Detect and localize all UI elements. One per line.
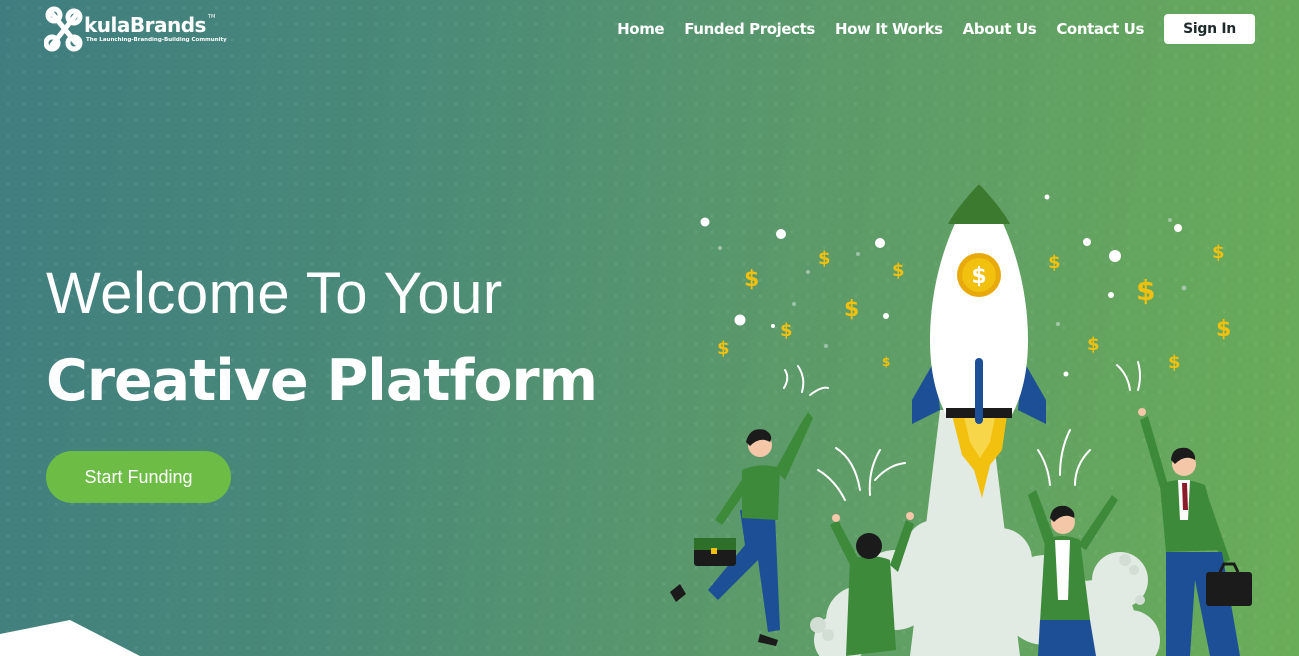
site-header: kulaBrands TM The Launching-Branding-Bui… xyxy=(0,0,1299,60)
dollar-icon: $ xyxy=(717,338,730,359)
bottom-left-wave-shape xyxy=(0,620,140,656)
dollar-icon: $ xyxy=(818,248,831,269)
dollar-icon: $ xyxy=(892,260,905,281)
hero-section: Welcome To Your Creative Platform xyxy=(46,261,598,416)
dollar-icon: $ xyxy=(882,355,890,369)
dollar-icon: $ xyxy=(1048,252,1061,273)
nav-link-about-us[interactable]: About Us xyxy=(963,20,1037,38)
dollar-icon: $ xyxy=(1087,334,1100,355)
dollar-icon: $ xyxy=(1168,352,1181,373)
nav-link-funded-projects[interactable]: Funded Projects xyxy=(684,20,815,38)
sign-in-button[interactable]: Sign In xyxy=(1164,14,1255,44)
nav-link-home[interactable]: Home xyxy=(617,20,664,38)
trademark-mark: TM xyxy=(208,14,216,20)
hero-title-line2: Creative Platform xyxy=(46,348,598,414)
dollar-icon: $ xyxy=(744,267,759,292)
brand-tagline: The Launching-Branding-Building Communit… xyxy=(86,37,227,43)
hero-title-line1: Welcome To Your xyxy=(46,261,503,326)
start-funding-button[interactable]: Start Funding xyxy=(46,451,231,503)
woman-with-briefcase-figure xyxy=(670,412,813,646)
rocket-center-stripe xyxy=(975,358,983,424)
coin-dollar-icon: $ xyxy=(971,264,986,289)
dollar-icon: $ xyxy=(844,297,859,322)
dollar-icon: $ xyxy=(1212,242,1225,263)
dollar-icon: $ xyxy=(1216,317,1231,342)
dollar-icon: $ xyxy=(1136,274,1155,307)
businessman-with-briefcase-figure xyxy=(1138,408,1252,656)
main-navigation: Home Funded Projects How It Works About … xyxy=(597,14,1255,44)
brand-logo[interactable]: kulaBrands TM The Launching-Branding-Bui… xyxy=(44,5,227,55)
dollar-icon: $ xyxy=(780,320,793,341)
logo-mark-icon xyxy=(44,6,83,52)
nav-link-contact-us[interactable]: Contact Us xyxy=(1056,20,1144,38)
nav-link-how-it-works[interactable]: How It Works xyxy=(835,20,943,38)
rocket-launch-illustration: $ $ $ $ $ $ $ $ $ $ $ $ $ $ xyxy=(670,184,1252,656)
brand-name: kulaBrands xyxy=(84,13,206,37)
